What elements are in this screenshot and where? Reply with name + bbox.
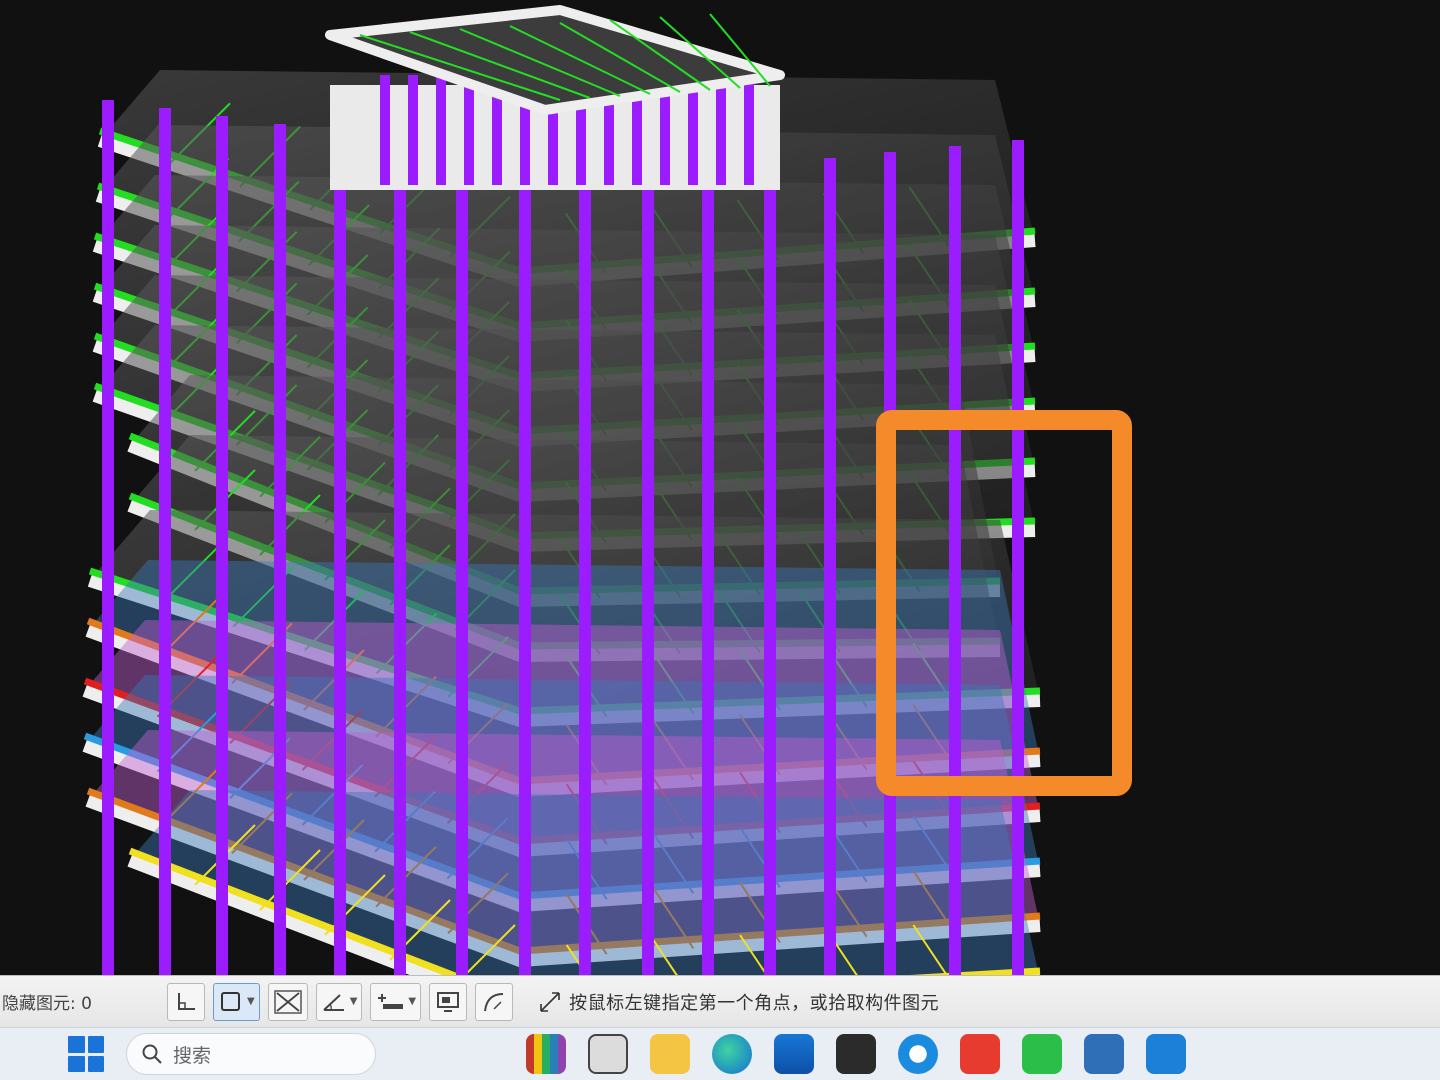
file-app-icon[interactable]: [588, 1034, 628, 1074]
structural-column: [216, 116, 228, 975]
search-placeholder: 搜索: [173, 1044, 212, 1067]
hidden-elements-count: 隐藏图元: 0: [2, 994, 92, 1014]
windows-start-button[interactable]: [68, 1036, 104, 1072]
windows-taskbar: 搜索: [0, 1027, 1440, 1080]
wps-app-icon[interactable]: [960, 1034, 1000, 1074]
cross-select-icon: [273, 989, 302, 1014]
chevron-down-icon: ▼: [408, 996, 417, 1007]
penthouse-column: [464, 75, 474, 185]
status-bar: 隐藏图元: 0 ▼ ▼ ▼ 按鼠标左键指定第一个角点，或拾取构件图元: [0, 975, 1440, 1027]
structural-column: [394, 140, 406, 975]
arc-icon: [484, 992, 504, 1011]
structural-column: [764, 164, 776, 975]
arc-tool-button[interactable]: [475, 982, 514, 1021]
windows-logo-icon: [68, 1036, 85, 1053]
penthouse-column: [408, 75, 418, 185]
penthouse-column: [744, 75, 754, 185]
display-icon: [437, 991, 460, 1012]
offset-icon: [378, 993, 404, 1009]
edge-browser-icon[interactable]: [712, 1034, 752, 1074]
structural-column: [579, 182, 591, 975]
chevron-down-icon: ▼: [349, 996, 358, 1007]
orthogonal-toggle-button[interactable]: [167, 982, 205, 1021]
structural-column: [702, 170, 714, 975]
structural-column: [102, 100, 114, 975]
resize-arrow-icon: [540, 991, 560, 1012]
structural-column: [824, 158, 836, 975]
cross-select-button[interactable]: [267, 982, 308, 1021]
structural-column: [519, 156, 531, 975]
taskbar-search-box[interactable]: 搜索: [126, 1033, 376, 1075]
structural-column: [334, 132, 346, 975]
building-3d-model[interactable]: [0, 0, 1440, 975]
angle-snap-button[interactable]: ▼: [315, 982, 363, 1021]
penthouse-column: [716, 75, 726, 185]
penthouse-column: [380, 75, 390, 185]
penthouse-column: [436, 75, 446, 185]
display-settings-button[interactable]: [429, 982, 468, 1021]
glodon-app-icon[interactable]: [836, 1034, 876, 1074]
edge-alt-icon[interactable]: [898, 1034, 938, 1074]
orthogonal-icon: [178, 992, 195, 1010]
search-icon: [142, 1044, 162, 1064]
layers-app-icon[interactable]: [1146, 1034, 1186, 1074]
angle-icon: [323, 993, 344, 1011]
wechat-app-icon[interactable]: [1022, 1034, 1062, 1074]
structural-column: [1012, 140, 1024, 975]
books-app-icon[interactable]: [526, 1034, 566, 1074]
structural-column: [949, 146, 961, 975]
structural-column: [642, 176, 654, 975]
structural-column: [274, 124, 286, 975]
structural-column: [159, 108, 171, 975]
store-app-icon[interactable]: [774, 1034, 814, 1074]
box-select-button[interactable]: ▼: [213, 982, 260, 1021]
folder-app-icon[interactable]: [650, 1034, 690, 1074]
monitor-app-icon[interactable]: [1084, 1034, 1124, 1074]
offset-button[interactable]: ▼: [370, 982, 422, 1021]
command-prompt-text: 按鼠标左键指定第一个角点，或拾取构件图元: [569, 992, 940, 1014]
structural-column: [456, 148, 468, 975]
box-select-icon: [221, 991, 240, 1011]
3d-model-viewport[interactable]: [0, 0, 1440, 975]
chevron-down-icon: ▼: [247, 996, 255, 1007]
